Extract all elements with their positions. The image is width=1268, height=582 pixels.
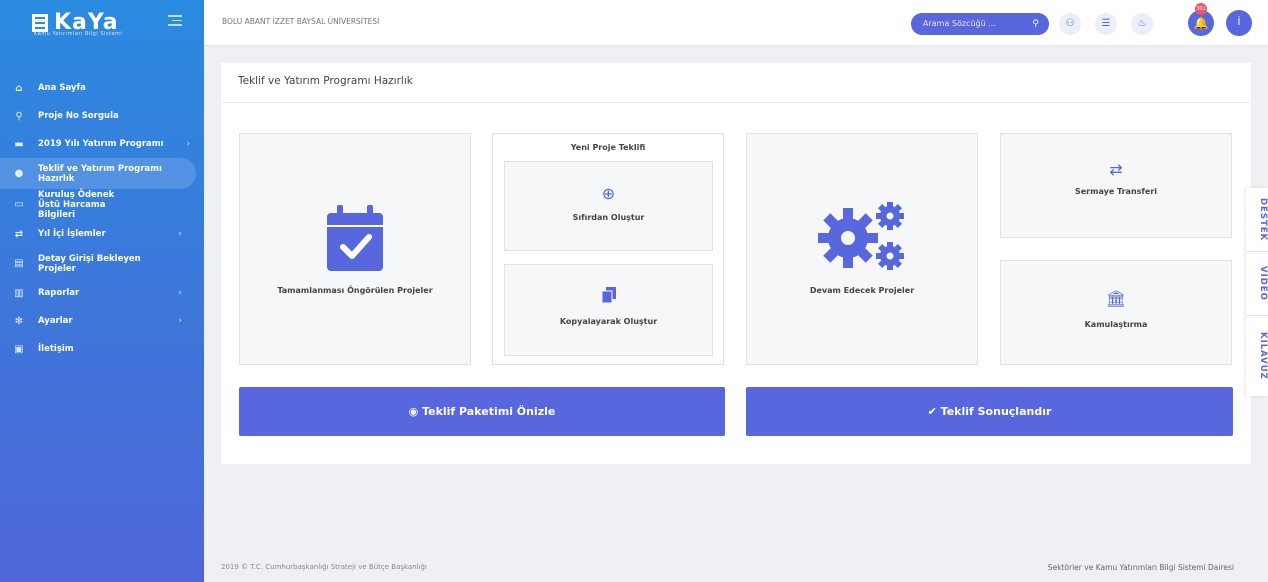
logo-subtitle: Kamu Yatırımları Bilgi Sistemi xyxy=(34,31,123,37)
sidebar-item-label: Ayarlar xyxy=(38,316,73,326)
tile-sifirdan[interactable]: ⊕ Sıfırdan Oluştur xyxy=(504,161,713,251)
contact-icon: ▣ xyxy=(14,343,24,355)
sidebar-item-label: Detay Girişi Bekleyen Projeler xyxy=(38,253,141,274)
list-icon: ▤ xyxy=(14,257,24,269)
logo[interactable]: KaYa Kamu Yatırımları Bilgi Sistemi xyxy=(0,0,204,46)
check-circle-icon: ✔ xyxy=(927,405,937,418)
calendar-check-icon xyxy=(327,205,383,271)
list-icon[interactable]: ☰ xyxy=(1095,13,1117,35)
teklif-sonuclandir-button[interactable]: ✔ Teklif Sonuçlandır xyxy=(746,387,1233,436)
tile-tamamlanmasi[interactable]: Tamamlanması Öngörülen Projeler xyxy=(239,133,471,365)
sidebar-item-label: İletişim xyxy=(38,344,74,354)
main-card: Teklif ve Yatırım Programı Hazırlık Tama… xyxy=(221,63,1251,464)
tile-label: Sıfırdan Oluştur xyxy=(572,213,645,222)
hamburger-icon[interactable] xyxy=(168,15,182,27)
user-avatar[interactable]: İ xyxy=(1226,10,1252,36)
logo-text: KaYa xyxy=(54,10,119,35)
button-label: Teklif Sonuçlandır xyxy=(940,405,1052,418)
tile-label: Tamamlanması Öngörülen Projeler xyxy=(277,286,433,295)
copy-icon xyxy=(601,287,616,304)
chart-icon: ▥ xyxy=(14,287,24,299)
chevron-right-icon: › xyxy=(178,316,182,326)
users-icon: ● xyxy=(14,167,24,179)
tab-destek[interactable]: DESTEK xyxy=(1246,188,1268,252)
sidebar-menu: ⌂ Ana Sayfa ⚲ Proje No Sorgula ▬ 2019 Yı… xyxy=(0,74,204,363)
tile-label: Kamulaştırma xyxy=(1084,320,1148,329)
card-icon: ▭ xyxy=(14,198,24,210)
tab-video[interactable]: VİDEO xyxy=(1246,252,1268,316)
tile-yeni-proje-group: Yeni Proje Teklifi ⊕ Sıfırdan Oluştur Ko… xyxy=(492,133,724,365)
sidebar-item-ana-sayfa[interactable]: ⌂ Ana Sayfa xyxy=(0,74,204,102)
chevron-right-icon: › xyxy=(178,288,182,298)
tab-kilavuz[interactable]: KILAVUZ xyxy=(1246,316,1268,396)
sidebar-item-label: Yıl İçi İşlemler xyxy=(38,229,106,239)
sidebar-item-label: Raporlar xyxy=(38,288,80,298)
exchange-icon: ⇄ xyxy=(14,228,24,240)
footer-copyright: 2019 © T.C. Cumhurbaşkanlığı Strateji ve… xyxy=(221,563,427,571)
tile-devam[interactable]: Devam Edecek Projeler xyxy=(746,133,978,365)
tile-group-title: Yeni Proje Teklifi xyxy=(570,143,646,152)
search-icon[interactable]: ⚲ xyxy=(1032,13,1039,35)
sidebar-item-odenek-ustu[interactable]: ▭ Kuruluş Ödenek Üstü Harcama Bilgileri xyxy=(0,189,204,220)
folder-icon: ▬ xyxy=(14,138,24,150)
gears-icon xyxy=(818,202,904,270)
top-header: BOLU ABANT İZZET BAYSAL ÜNİVERSİTESİ ⚲ ⚇… xyxy=(204,0,1268,46)
search-input[interactable] xyxy=(923,19,1023,28)
search-icon: ⚲ xyxy=(15,110,23,122)
tile-kamulastirma[interactable]: 🏛 Kamulaştırma xyxy=(1000,260,1232,365)
tile-kopyalayarak[interactable]: Kopyalayarak Oluştur xyxy=(504,264,713,356)
footer-department: Sektörler ve Kamu Yatırımları Bilgi Sist… xyxy=(1047,563,1234,572)
tile-label: Devam Edecek Projeler xyxy=(809,286,915,295)
gear-icon: ✻ xyxy=(14,315,24,327)
sidebar-item-label: 2019 Yılı Yatırım Programı xyxy=(38,139,164,149)
sidebar-item-ayarlar[interactable]: ✻ Ayarlar › xyxy=(0,307,204,335)
tile-label: Sermaye Transferi xyxy=(1074,187,1158,196)
sidebar-item-proje-no-sorgula[interactable]: ⚲ Proje No Sorgula xyxy=(0,102,204,130)
sidebar-item-label: Ana Sayfa xyxy=(38,83,86,93)
sidebar-item-teklif-hazirlik[interactable]: ● Teklif ve Yatırım Programı Hazırlık xyxy=(0,158,196,189)
button-label: Teklif Paketimi Önizle xyxy=(422,405,556,418)
page-title: Teklif ve Yatırım Programı Hazırlık xyxy=(221,63,1251,103)
university-name: BOLU ABANT İZZET BAYSAL ÜNİVERSİTESİ xyxy=(222,17,380,26)
sidebar-item-yil-ici[interactable]: ⇄ Yıl İçi İşlemler › xyxy=(0,220,204,248)
bank-icon: 🏛 xyxy=(1105,289,1127,308)
search-box[interactable]: ⚲ xyxy=(911,13,1049,35)
tile-label: Kopyalayarak Oluştur xyxy=(559,317,658,326)
exchange-icon: ⇄ xyxy=(1109,160,1123,179)
sidebar-item-detay-girisi[interactable]: ▤ Detay Girişi Bekleyen Projeler xyxy=(0,248,204,279)
sidebar-item-label: Proje No Sorgula xyxy=(38,111,119,121)
right-side-tabs: DESTEK VİDEO KILAVUZ xyxy=(1246,188,1268,396)
logo-mark-icon xyxy=(32,14,48,32)
sidebar-item-label: Teklif ve Yatırım Programı Hazırlık xyxy=(38,163,162,184)
fire-icon[interactable]: ♨ xyxy=(1131,13,1153,35)
sidebar-item-label: Kuruluş Ödenek Üstü Harcama Bilgileri xyxy=(38,189,115,220)
sidebar-item-iletisim[interactable]: ▣ İletişim xyxy=(0,335,204,363)
teklif-onizle-button[interactable]: ◉ Teklif Paketimi Önizle xyxy=(239,387,725,436)
chevron-right-icon: › xyxy=(186,139,190,149)
eye-icon: ◉ xyxy=(408,405,419,418)
sidebar-item-yatirim-programi[interactable]: ▬ 2019 Yılı Yatırım Programı › xyxy=(0,130,204,158)
notification-badge: 301 xyxy=(1195,3,1207,15)
home-icon: ⌂ xyxy=(15,82,23,94)
sidebar-item-raporlar[interactable]: ▥ Raporlar › xyxy=(0,279,204,307)
sidebar: KaYa Kamu Yatırımları Bilgi Sistemi ⌂ An… xyxy=(0,0,204,582)
users-icon[interactable]: ⚇ xyxy=(1059,13,1081,35)
chevron-right-icon: › xyxy=(178,229,182,239)
plus-circle-icon: ⊕ xyxy=(601,184,616,203)
tile-sermaye[interactable]: ⇄ Sermaye Transferi xyxy=(1000,133,1232,238)
